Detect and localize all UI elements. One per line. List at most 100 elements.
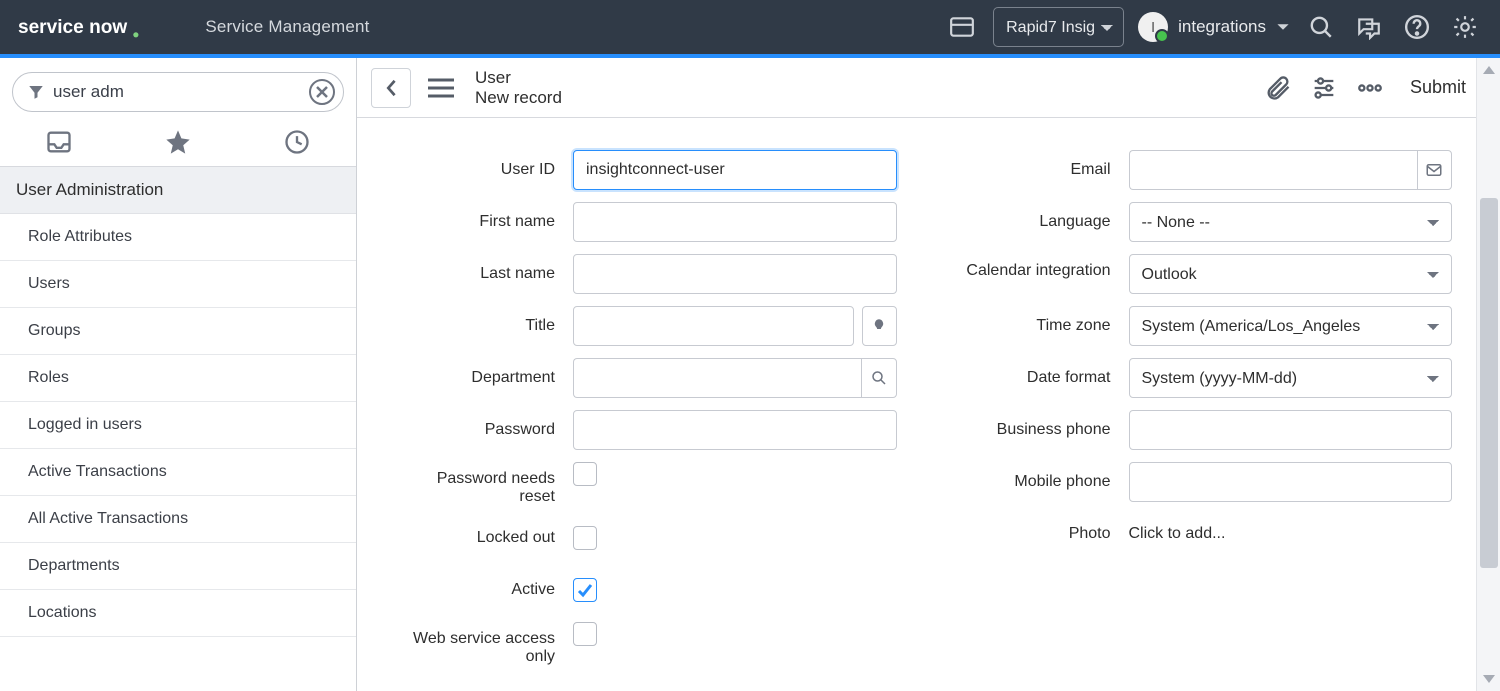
label-language: Language bbox=[961, 213, 1111, 231]
title-suggest-button[interactable] bbox=[862, 306, 897, 346]
update-set-icon[interactable] bbox=[945, 10, 979, 44]
user-id-input[interactable] bbox=[573, 150, 897, 190]
nav-items: Role Attributes Users Groups Roles Logge… bbox=[0, 214, 356, 637]
user-name: integrations bbox=[1178, 17, 1266, 37]
back-button[interactable] bbox=[371, 68, 411, 108]
first-name-input[interactable] bbox=[573, 202, 897, 242]
photo-add-link[interactable]: Click to add... bbox=[1129, 525, 1226, 543]
nav-item-logged-in-users[interactable]: Logged in users bbox=[0, 402, 356, 449]
nav-item-users[interactable]: Users bbox=[0, 261, 356, 308]
lightbulb-icon bbox=[870, 317, 888, 335]
chevron-down-icon bbox=[1276, 20, 1290, 34]
tab-favorites[interactable] bbox=[153, 128, 203, 156]
more-options-button[interactable] bbox=[1352, 70, 1388, 106]
nav-item-roles[interactable]: Roles bbox=[0, 355, 356, 402]
nav-item-role-attributes[interactable]: Role Attributes bbox=[0, 214, 356, 261]
context-menu-button[interactable] bbox=[421, 68, 461, 108]
nav-item-departments[interactable]: Departments bbox=[0, 543, 356, 590]
date-format-select[interactable]: System (yyyy-MM-dd) bbox=[1129, 358, 1453, 398]
left-nav-panel: User Administration Role Attributes User… bbox=[0, 58, 357, 691]
search-icon[interactable] bbox=[1304, 10, 1338, 44]
record-title: User bbox=[475, 68, 562, 88]
label-mobile-phone: Mobile phone bbox=[961, 473, 1111, 491]
record-header: User New record Submit bbox=[357, 58, 1500, 118]
global-header: servicenow Service Management Rapid7 Ins… bbox=[0, 0, 1500, 54]
label-photo: Photo bbox=[961, 525, 1111, 543]
label-last-name: Last name bbox=[405, 265, 555, 283]
personalize-form-button[interactable] bbox=[1306, 70, 1342, 106]
last-name-input[interactable] bbox=[573, 254, 897, 294]
sliders-icon bbox=[1310, 74, 1338, 102]
label-password: Password bbox=[405, 421, 555, 439]
label-business-phone: Business phone bbox=[961, 421, 1111, 439]
nav-item-locations[interactable]: Locations bbox=[0, 590, 356, 637]
mobile-phone-input[interactable] bbox=[1129, 462, 1453, 502]
label-web-service-access: Web service access only bbox=[405, 622, 555, 666]
label-department: Department bbox=[405, 369, 555, 387]
team-select[interactable]: Rapid7 Insig bbox=[993, 7, 1124, 47]
logo-area: servicenow Service Management bbox=[18, 14, 370, 40]
mail-icon bbox=[1425, 161, 1443, 179]
title-input[interactable] bbox=[573, 306, 854, 346]
app-name: Service Management bbox=[205, 17, 369, 37]
chevron-left-icon bbox=[382, 79, 400, 97]
scrollbar[interactable] bbox=[1476, 58, 1500, 691]
record-subtitle: New record bbox=[475, 88, 562, 108]
submit-button[interactable]: Submit bbox=[1398, 71, 1478, 104]
language-select[interactable]: -- None -- bbox=[1129, 202, 1453, 242]
attachments-button[interactable] bbox=[1260, 70, 1296, 106]
web-service-access-checkbox[interactable] bbox=[573, 622, 597, 646]
svg-text:now: now bbox=[89, 17, 127, 38]
password-input[interactable] bbox=[573, 410, 897, 450]
department-lookup-button[interactable] bbox=[861, 358, 896, 398]
chat-icon[interactable] bbox=[1352, 10, 1386, 44]
time-zone-select[interactable]: System (America/Los_Angeles bbox=[1129, 306, 1453, 346]
tab-all-apps[interactable] bbox=[34, 128, 84, 156]
clock-icon bbox=[283, 128, 311, 156]
locked-out-checkbox[interactable] bbox=[573, 526, 597, 550]
more-horizontal-icon bbox=[1356, 74, 1384, 102]
search-icon bbox=[870, 369, 888, 387]
label-email: Email bbox=[961, 161, 1111, 179]
form-left-column: User ID First name Last name Title bbox=[405, 150, 897, 666]
label-time-zone: Time zone bbox=[961, 317, 1111, 335]
nav-item-active-transactions[interactable]: Active Transactions bbox=[0, 449, 356, 496]
department-input[interactable] bbox=[573, 358, 861, 398]
nav-filter-input[interactable] bbox=[53, 82, 309, 102]
content-area: User New record Submit User ID bbox=[357, 58, 1500, 691]
filter-icon bbox=[27, 83, 45, 101]
active-checkbox[interactable] bbox=[573, 578, 597, 602]
help-icon[interactable] bbox=[1400, 10, 1434, 44]
clear-filter-button[interactable] bbox=[309, 79, 335, 105]
scroll-thumb[interactable] bbox=[1480, 198, 1498, 568]
nav-tabs bbox=[0, 122, 356, 167]
form-right-column: Email Language -- None -- bbox=[961, 150, 1453, 666]
business-phone-input[interactable] bbox=[1129, 410, 1453, 450]
check-icon bbox=[577, 582, 593, 598]
star-icon bbox=[164, 128, 192, 156]
servicenow-logo[interactable]: servicenow bbox=[18, 14, 191, 40]
tab-history[interactable] bbox=[272, 128, 322, 156]
nav-item-groups[interactable]: Groups bbox=[0, 308, 356, 355]
header-right: Rapid7 Insig I integrations bbox=[945, 7, 1482, 47]
label-user-id: User ID bbox=[405, 161, 555, 179]
close-icon bbox=[316, 86, 328, 98]
scroll-up-arrow-icon[interactable] bbox=[1483, 62, 1495, 74]
password-needs-reset-checkbox[interactable] bbox=[573, 462, 597, 486]
avatar: I bbox=[1138, 12, 1168, 42]
svg-text:service: service bbox=[18, 17, 84, 38]
label-locked-out: Locked out bbox=[405, 529, 555, 547]
nav-section-user-admin[interactable]: User Administration bbox=[0, 167, 356, 214]
email-input[interactable] bbox=[1129, 150, 1417, 190]
user-menu[interactable]: I integrations bbox=[1138, 12, 1290, 42]
paperclip-icon bbox=[1264, 74, 1292, 102]
label-calendar-integration: Calendar integration bbox=[961, 254, 1111, 280]
gear-icon[interactable] bbox=[1448, 10, 1482, 44]
email-compose-button[interactable] bbox=[1417, 150, 1452, 190]
scroll-down-arrow-icon[interactable] bbox=[1483, 675, 1495, 687]
nav-filter bbox=[12, 72, 344, 112]
calendar-integration-select[interactable]: Outlook bbox=[1129, 254, 1453, 294]
nav-item-all-active-transactions[interactable]: All Active Transactions bbox=[0, 496, 356, 543]
label-title: Title bbox=[405, 317, 555, 335]
form-area: User ID First name Last name Title bbox=[357, 118, 1500, 691]
